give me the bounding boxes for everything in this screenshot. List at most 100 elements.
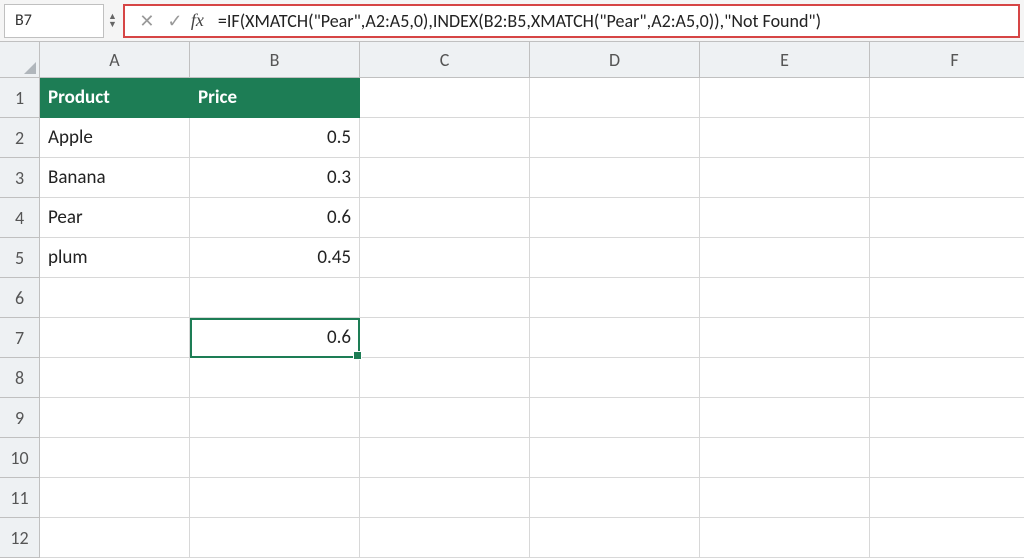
cell-B10[interactable] <box>190 438 360 478</box>
cell-C9[interactable] <box>360 398 530 438</box>
name-box[interactable]: B7 <box>4 4 104 38</box>
row-header-12[interactable]: 12 <box>0 518 40 558</box>
cell-C2[interactable] <box>360 118 530 158</box>
row-header-6[interactable]: 6 <box>0 278 40 318</box>
row-header-10[interactable]: 10 <box>0 438 40 478</box>
cell-F5[interactable] <box>870 238 1024 278</box>
formula-text[interactable]: =IF(XMATCH("Pear",A2:A5,0),INDEX(B2:B5,X… <box>218 10 821 32</box>
cell-C10[interactable] <box>360 438 530 478</box>
cell-E1[interactable] <box>700 78 870 118</box>
cell-D7[interactable] <box>530 318 700 358</box>
cell-C11[interactable] <box>360 478 530 518</box>
cell-F2[interactable] <box>870 118 1024 158</box>
cell-B4[interactable]: 0.6 <box>190 198 360 238</box>
accept-icon[interactable]: ✓ <box>163 10 187 32</box>
cell-D3[interactable] <box>530 158 700 198</box>
cell-A4[interactable]: Pear <box>40 198 190 238</box>
cell-E2[interactable] <box>700 118 870 158</box>
cell-F6[interactable] <box>870 278 1024 318</box>
cell-E4[interactable] <box>700 198 870 238</box>
cancel-icon[interactable]: ✕ <box>135 10 159 32</box>
row-header-8[interactable]: 8 <box>0 358 40 398</box>
cell-C4[interactable] <box>360 198 530 238</box>
cell-B11[interactable] <box>190 478 360 518</box>
col-header-D[interactable]: D <box>530 42 700 78</box>
cell-F7[interactable] <box>870 318 1024 358</box>
cell-A5[interactable]: plum <box>40 238 190 278</box>
cell-F4[interactable] <box>870 198 1024 238</box>
cell-D12[interactable] <box>530 518 700 558</box>
cell-A2[interactable]: Apple <box>40 118 190 158</box>
col-header-F[interactable]: F <box>870 42 1024 78</box>
cell-F1[interactable] <box>870 78 1024 118</box>
row-header-9[interactable]: 9 <box>0 398 40 438</box>
cell-C6[interactable] <box>360 278 530 318</box>
cell-E6[interactable] <box>700 278 870 318</box>
cell-C1[interactable] <box>360 78 530 118</box>
fx-icon[interactable]: fx <box>191 10 204 31</box>
cell-E9[interactable] <box>700 398 870 438</box>
cell-C8[interactable] <box>360 358 530 398</box>
col-header-E[interactable]: E <box>700 42 870 78</box>
cell-F3[interactable] <box>870 158 1024 198</box>
cell-E7[interactable] <box>700 318 870 358</box>
cell-D11[interactable] <box>530 478 700 518</box>
spreadsheet-grid: A B C D E F 1 2 3 4 5 6 7 8 9 10 11 12 <box>0 42 1024 536</box>
cell-B3[interactable]: 0.3 <box>190 158 360 198</box>
cell-E5[interactable] <box>700 238 870 278</box>
cell-B5[interactable]: 0.45 <box>190 238 360 278</box>
cell-F10[interactable] <box>870 438 1024 478</box>
cell-F9[interactable] <box>870 398 1024 438</box>
row-header-2[interactable]: 2 <box>0 118 40 158</box>
cell-B7[interactable]: 0.6 <box>190 318 360 358</box>
cell-A9[interactable] <box>40 398 190 438</box>
cell-C3[interactable] <box>360 158 530 198</box>
cell-A6[interactable] <box>40 278 190 318</box>
cell-E12[interactable] <box>700 518 870 558</box>
name-box-spinner[interactable]: ▲▼ <box>108 4 117 38</box>
cell-B8[interactable] <box>190 358 360 398</box>
cell-D5[interactable] <box>530 238 700 278</box>
cell-B1[interactable]: Price <box>190 78 360 118</box>
cell-F12[interactable] <box>870 518 1024 558</box>
cell-B6[interactable] <box>190 278 360 318</box>
cell-D2[interactable] <box>530 118 700 158</box>
col-header-B[interactable]: B <box>190 42 360 78</box>
cell-A8[interactable] <box>40 358 190 398</box>
cell-E3[interactable] <box>700 158 870 198</box>
cell-D10[interactable] <box>530 438 700 478</box>
select-all-corner[interactable] <box>0 42 40 78</box>
col-header-C[interactable]: C <box>360 42 530 78</box>
cell-C7[interactable] <box>360 318 530 358</box>
cell-E10[interactable] <box>700 438 870 478</box>
cell-A7[interactable] <box>40 318 190 358</box>
cell-E11[interactable] <box>700 478 870 518</box>
row-header-11[interactable]: 11 <box>0 478 40 518</box>
cell-A11[interactable] <box>40 478 190 518</box>
cell-F11[interactable] <box>870 478 1024 518</box>
cell-D9[interactable] <box>530 398 700 438</box>
cell-A3[interactable]: Banana <box>40 158 190 198</box>
column-headers: A B C D E F <box>40 42 1024 78</box>
cell-D6[interactable] <box>530 278 700 318</box>
row-header-1[interactable]: 1 <box>0 78 40 118</box>
cell-A12[interactable] <box>40 518 190 558</box>
row-header-5[interactable]: 5 <box>0 238 40 278</box>
cell-B12[interactable] <box>190 518 360 558</box>
cell-D1[interactable] <box>530 78 700 118</box>
cell-A10[interactable] <box>40 438 190 478</box>
row-header-3[interactable]: 3 <box>0 158 40 198</box>
cell-C12[interactable] <box>360 518 530 558</box>
cell-C5[interactable] <box>360 238 530 278</box>
row-header-4[interactable]: 4 <box>0 198 40 238</box>
cell-E8[interactable] <box>700 358 870 398</box>
cell-B9[interactable] <box>190 398 360 438</box>
row-header-7[interactable]: 7 <box>0 318 40 358</box>
col-header-A[interactable]: A <box>40 42 190 78</box>
formula-input-area: ✕ ✓ fx =IF(XMATCH("Pear",A2:A5,0),INDEX(… <box>123 4 1020 38</box>
cell-D8[interactable] <box>530 358 700 398</box>
cell-A1[interactable]: Product <box>40 78 190 118</box>
cell-F8[interactable] <box>870 358 1024 398</box>
cell-D4[interactable] <box>530 198 700 238</box>
cell-B2[interactable]: 0.5 <box>190 118 360 158</box>
